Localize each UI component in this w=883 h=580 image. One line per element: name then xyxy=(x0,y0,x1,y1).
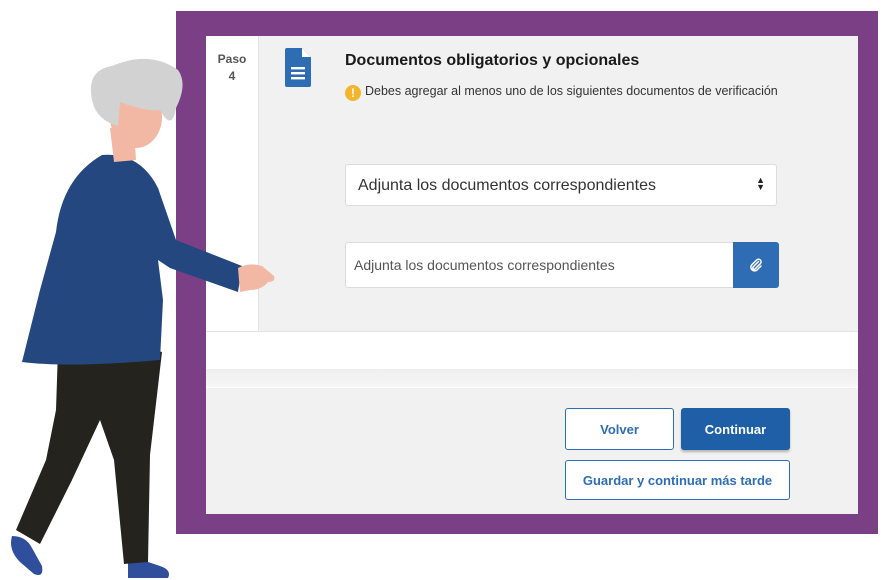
select-value: Adjunta los documentos correspondientes xyxy=(358,177,656,194)
form-panel: Paso 4 Documentos obligatorios y opciona… xyxy=(206,36,858,514)
step-content: Documentos obligatorios y opcionales ! De… xyxy=(259,36,858,332)
document-type-select[interactable]: Adjunta los documentos correspondientes … xyxy=(345,164,777,206)
section-title: Documentos obligatorios y opcionales xyxy=(345,52,640,69)
paperclip-icon xyxy=(750,258,762,272)
warning-message: ! Debes agregar al menos uno de los sigui… xyxy=(345,85,780,101)
select-arrows-icon: ▲ ▼ xyxy=(756,175,765,192)
save-and-continue-later-button[interactable]: Guardar y continuar más tarde xyxy=(565,460,790,500)
form-footer: Volver Continuar Guardar y continuar más… xyxy=(206,388,858,514)
warning-icon: ! xyxy=(345,85,361,101)
attach-file-button[interactable] xyxy=(733,242,779,288)
elderly-woman-illustration xyxy=(11,58,275,578)
continue-button[interactable]: Continuar xyxy=(681,408,790,450)
warning-text: Debes agregar al menos uno de los siguie… xyxy=(365,84,778,98)
section-separator xyxy=(206,369,858,387)
file-upload-row xyxy=(345,242,779,288)
back-button[interactable]: Volver xyxy=(565,408,674,450)
file-input[interactable] xyxy=(345,242,733,288)
section-divider xyxy=(206,331,858,332)
